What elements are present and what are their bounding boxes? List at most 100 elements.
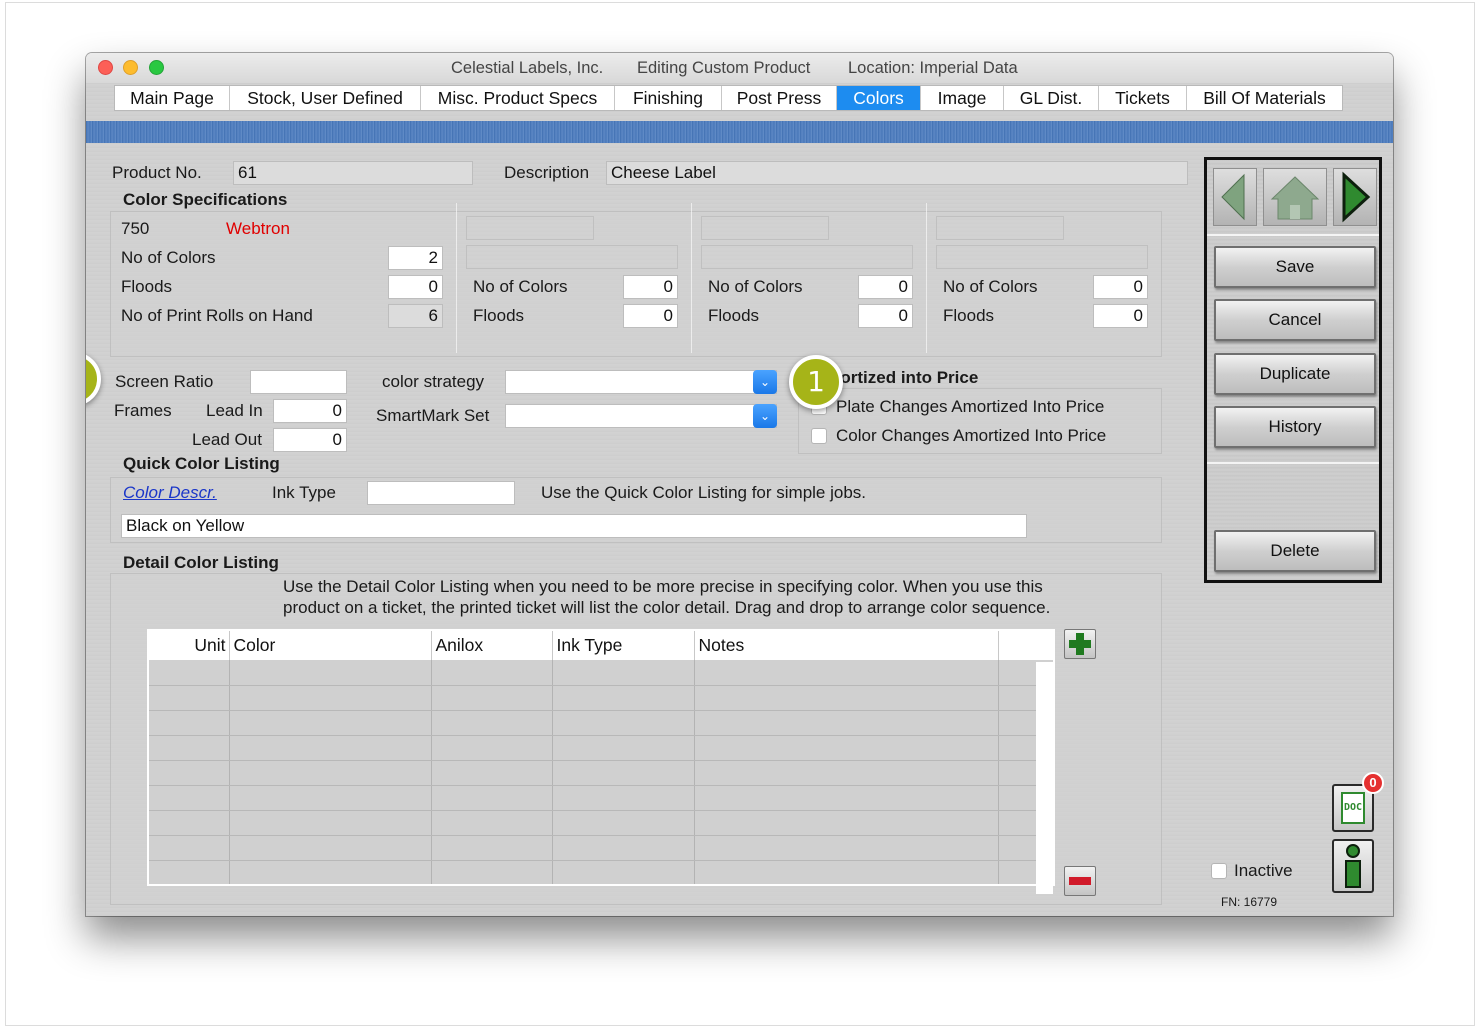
no-of-colors-label-4: No of Colors xyxy=(943,277,1038,296)
product-no-label: Product No. xyxy=(112,163,202,182)
tab-finishing[interactable]: Finishing xyxy=(615,86,722,110)
floods-field-3[interactable]: 0 xyxy=(858,304,913,328)
press-slot-3[interactable] xyxy=(701,216,829,240)
info-button[interactable] xyxy=(1332,839,1374,893)
callout-badge-1: 1 xyxy=(789,355,843,409)
next-record-button[interactable] xyxy=(1333,168,1377,226)
column-header-notes[interactable]: Notes xyxy=(694,630,999,660)
tab-stock-user-defined[interactable]: Stock, User Defined xyxy=(230,86,421,110)
lead-in-label: Lead In xyxy=(206,401,263,420)
doc-icon: DOC xyxy=(1341,792,1365,824)
info-icon xyxy=(1345,844,1361,888)
lead-out-field[interactable]: 0 xyxy=(273,428,347,452)
description-field[interactable]: Cheese Label xyxy=(606,161,1188,185)
delete-button[interactable]: Delete xyxy=(1214,530,1376,572)
table-row[interactable] xyxy=(148,660,1054,686)
print-rolls-label: No of Print Rolls on Hand xyxy=(121,306,313,325)
no-of-colors-field-3[interactable]: 0 xyxy=(858,275,913,299)
table-row[interactable] xyxy=(148,760,1054,786)
press-slot-4[interactable] xyxy=(936,216,1064,240)
cancel-button[interactable]: Cancel xyxy=(1214,299,1376,341)
add-row-button[interactable] xyxy=(1064,629,1096,659)
color-descr-link[interactable]: Color Descr. xyxy=(123,483,217,503)
home-button[interactable] xyxy=(1263,168,1327,226)
table-row[interactable] xyxy=(148,835,1054,861)
no-of-colors-field-2[interactable]: 0 xyxy=(623,275,678,299)
color-strategy-label: color strategy xyxy=(382,372,485,391)
lead-out-label: Lead Out xyxy=(192,430,262,449)
tab-post-press[interactable]: Post Press xyxy=(722,86,837,110)
tab-tickets[interactable]: Tickets xyxy=(1099,86,1187,110)
arrow-left-icon xyxy=(1221,173,1245,221)
chevron-down-icon[interactable]: ⌄ xyxy=(753,404,777,428)
minimize-window-button[interactable] xyxy=(123,60,138,75)
history-button[interactable]: History xyxy=(1214,406,1376,448)
press-slot-4-extra xyxy=(936,245,1148,269)
press-slot-3-extra xyxy=(701,245,913,269)
smartmark-set-label: SmartMark Set xyxy=(376,406,490,425)
description-label: Description xyxy=(504,163,590,182)
color-changes-checkbox[interactable] xyxy=(811,428,827,444)
quick-color-listing-heading: Quick Color Listing xyxy=(123,454,280,473)
press-name: Webtron xyxy=(226,219,290,238)
remove-row-button[interactable] xyxy=(1064,866,1096,896)
print-rolls-field[interactable]: 6 xyxy=(388,304,443,328)
press-code: 750 xyxy=(121,219,150,238)
press-slot-2-extra xyxy=(466,245,678,269)
lead-in-field[interactable]: 0 xyxy=(273,399,347,423)
screen-ratio-field[interactable] xyxy=(250,370,347,394)
tab-image[interactable]: Image xyxy=(921,86,1004,110)
tab-gl-dist[interactable]: GL Dist. xyxy=(1004,86,1099,110)
floods-field-2[interactable]: 0 xyxy=(623,304,678,328)
tab-bill-of-materials[interactable]: Bill Of Materials xyxy=(1187,86,1342,110)
product-no-field[interactable]: 61 xyxy=(233,161,473,185)
color-specifications-heading: Color Specifications xyxy=(123,190,288,209)
window-title-mode: Editing Custom Product xyxy=(637,59,811,77)
table-scrollbar[interactable] xyxy=(1036,662,1053,894)
color-strategy-dropdown[interactable]: ⌄ xyxy=(505,370,777,394)
column-header-unit[interactable]: Unit xyxy=(148,630,230,660)
column-header-ink-type[interactable]: Ink Type xyxy=(552,630,695,660)
table-row[interactable] xyxy=(148,710,1054,736)
no-of-colors-field-4[interactable]: 0 xyxy=(1093,275,1148,299)
ink-type-field[interactable] xyxy=(367,481,515,505)
detail-instructions-line1: Use the Detail Color Listing when you ne… xyxy=(283,577,1043,596)
minus-icon xyxy=(1069,877,1091,885)
table-row[interactable] xyxy=(148,685,1054,711)
tab-colors[interactable]: Colors xyxy=(837,86,921,110)
window-title-company: Celestial Labels, Inc. xyxy=(451,59,604,77)
tab-main-page[interactable]: Main Page xyxy=(115,86,230,110)
table-row[interactable] xyxy=(148,860,1054,886)
title-bar: Celestial Labels, Inc. Editing Custom Pr… xyxy=(86,53,1393,83)
column-header-anilox[interactable]: Anilox xyxy=(431,630,553,660)
header-band xyxy=(86,121,1393,143)
frames-label: Frames xyxy=(114,401,172,420)
table-row[interactable] xyxy=(148,785,1054,811)
inactive-checkbox[interactable] xyxy=(1211,863,1227,879)
chevron-down-icon[interactable]: ⌄ xyxy=(753,370,777,394)
sidebar-divider xyxy=(1207,462,1379,464)
duplicate-button[interactable]: Duplicate xyxy=(1214,353,1376,395)
table-header-row: Unit Color Anilox Ink Type Notes xyxy=(148,630,1054,660)
close-window-button[interactable] xyxy=(98,60,113,75)
detail-color-table[interactable]: Unit Color Anilox Ink Type Notes xyxy=(147,629,1055,886)
column-separator xyxy=(926,203,927,353)
smartmark-set-dropdown[interactable]: ⌄ xyxy=(505,404,777,428)
quick-color-listing-field[interactable]: Black on Yellow xyxy=(121,514,1027,538)
floods-field-4[interactable]: 0 xyxy=(1093,304,1148,328)
no-of-colors-field-1[interactable]: 2 xyxy=(388,246,443,270)
inactive-label: Inactive xyxy=(1234,861,1293,880)
floods-field-1[interactable]: 0 xyxy=(388,275,443,299)
zoom-window-button[interactable] xyxy=(149,60,164,75)
tab-bar: Main Page Stock, User Defined Misc. Prod… xyxy=(114,85,1343,111)
tab-misc-product-specs[interactable]: Misc. Product Specs xyxy=(421,86,615,110)
table-row[interactable] xyxy=(148,735,1054,761)
save-button[interactable]: Save xyxy=(1214,246,1376,288)
table-row[interactable] xyxy=(148,810,1054,836)
press-slot-2[interactable] xyxy=(466,216,594,240)
app-window: Celestial Labels, Inc. Editing Custom Pr… xyxy=(86,53,1393,916)
action-sidebar: Save Cancel Duplicate History Delete xyxy=(1204,157,1382,583)
ink-type-label: Ink Type xyxy=(272,483,336,502)
column-header-color[interactable]: Color xyxy=(229,630,432,660)
previous-record-button[interactable] xyxy=(1213,168,1257,226)
